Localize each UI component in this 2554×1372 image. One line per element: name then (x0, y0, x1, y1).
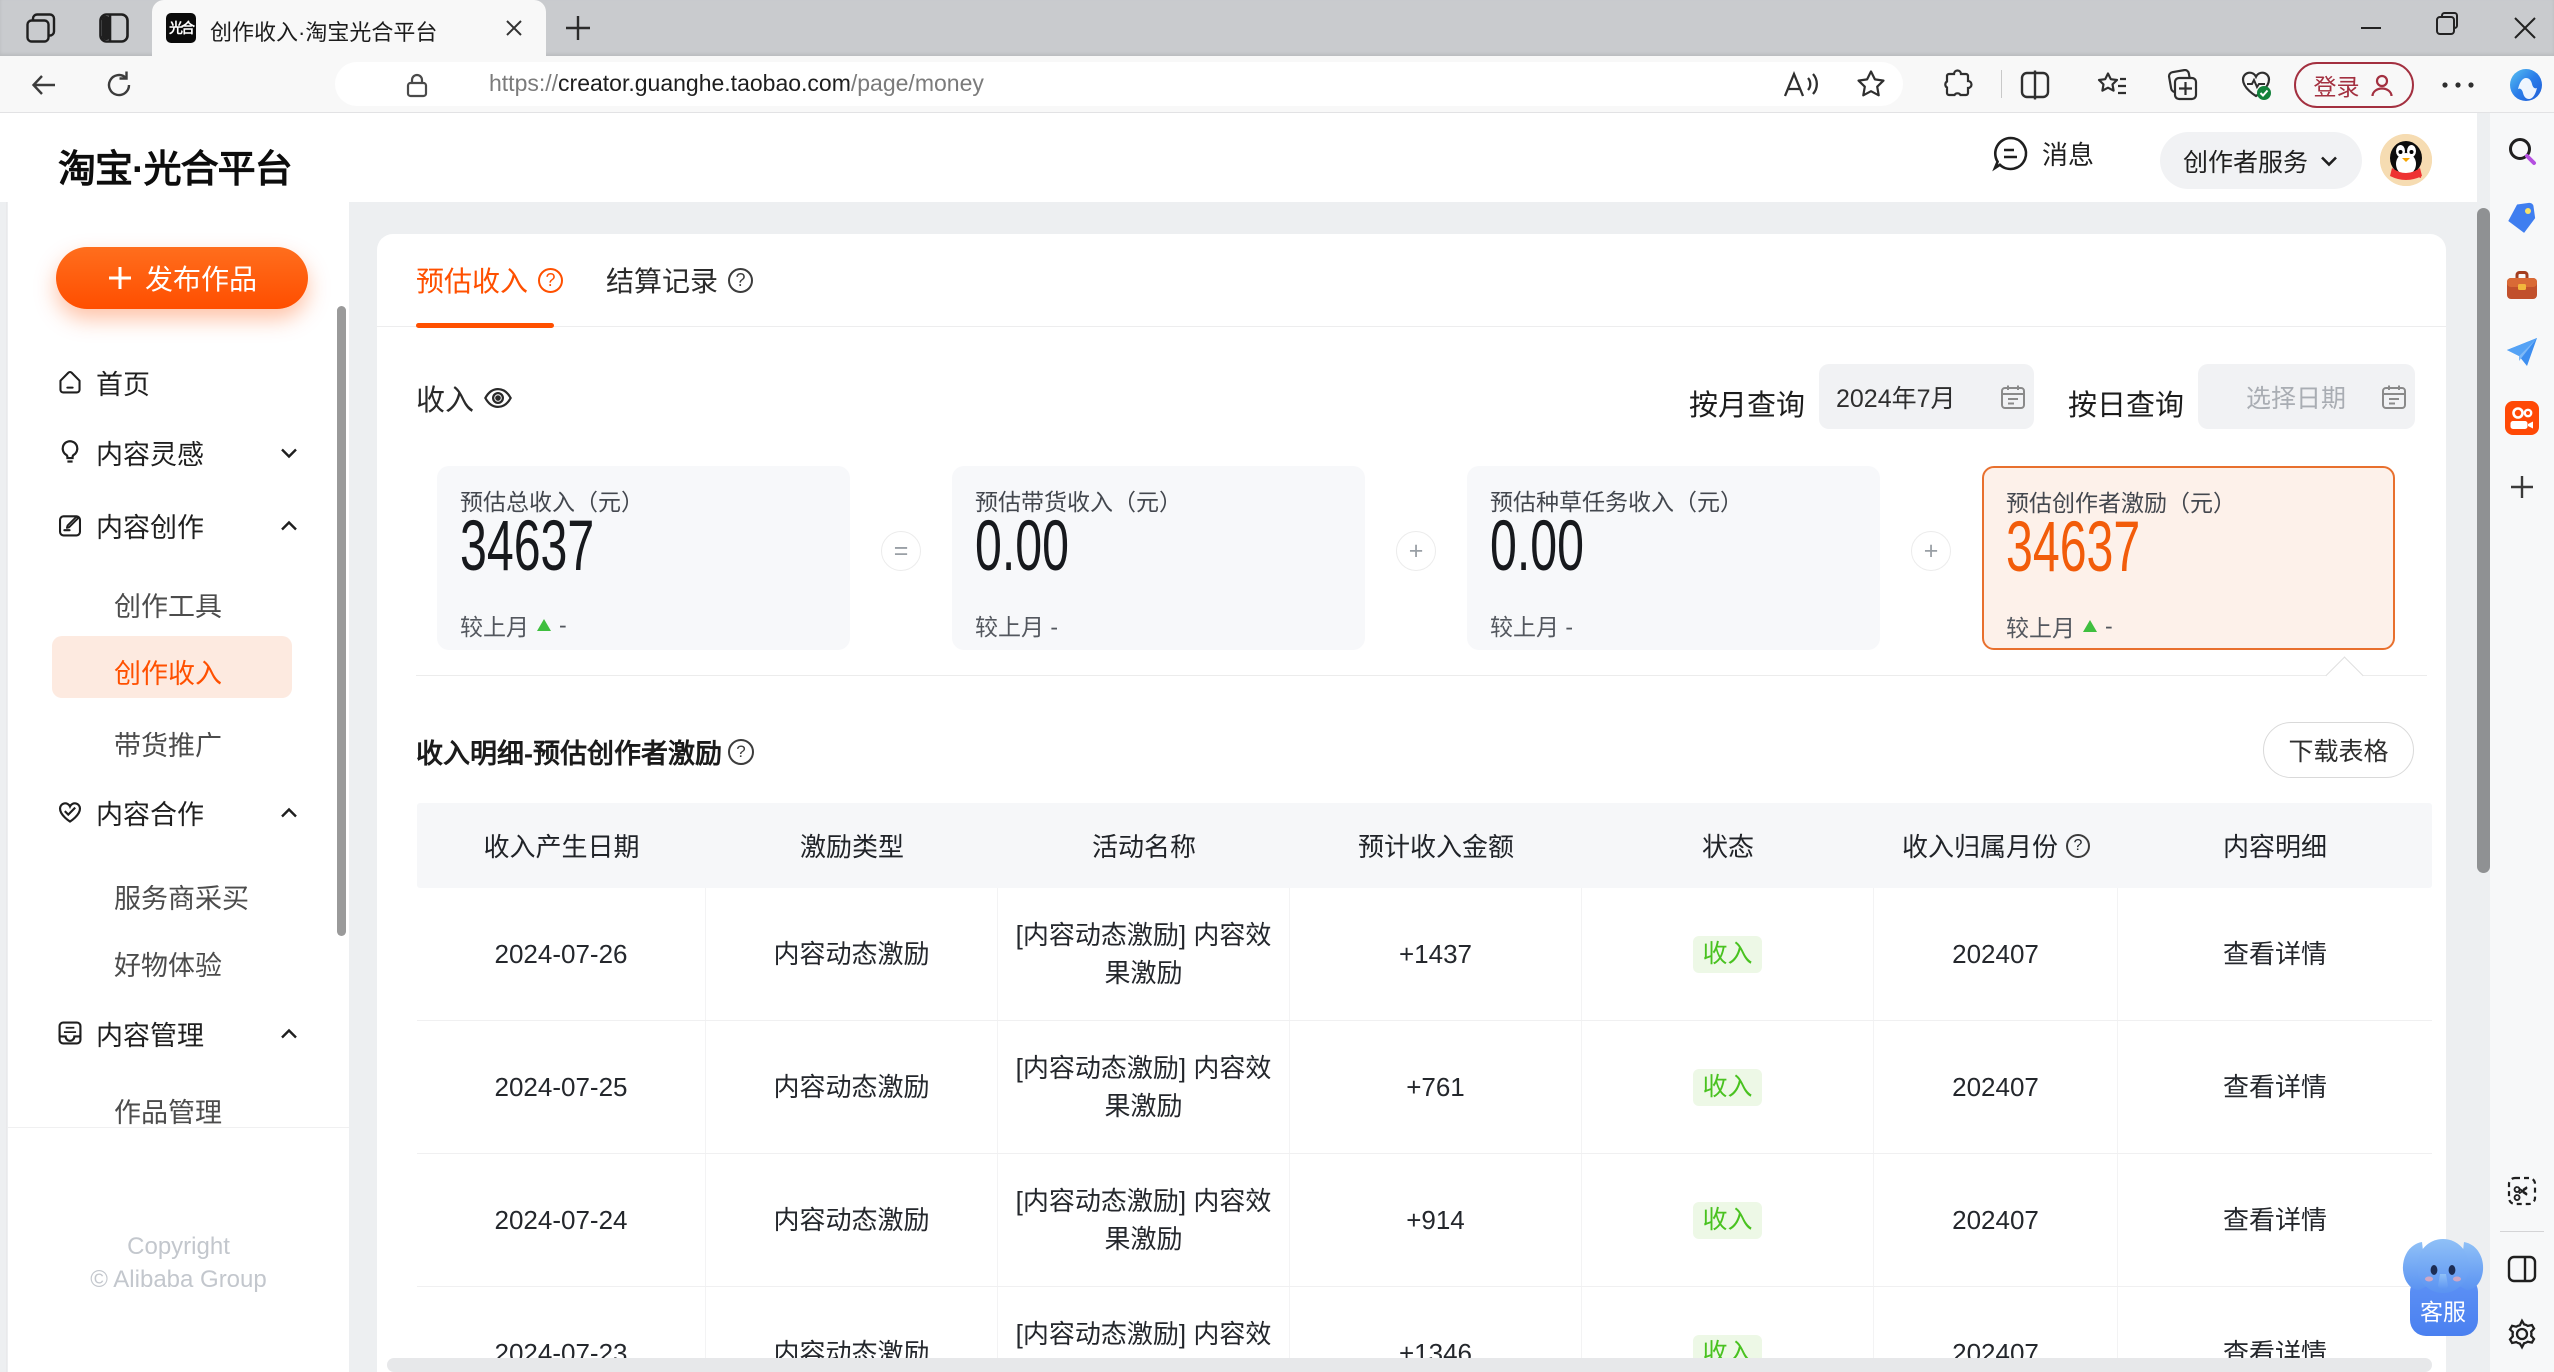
svg-text:客服: 客服 (2420, 1299, 2466, 1325)
